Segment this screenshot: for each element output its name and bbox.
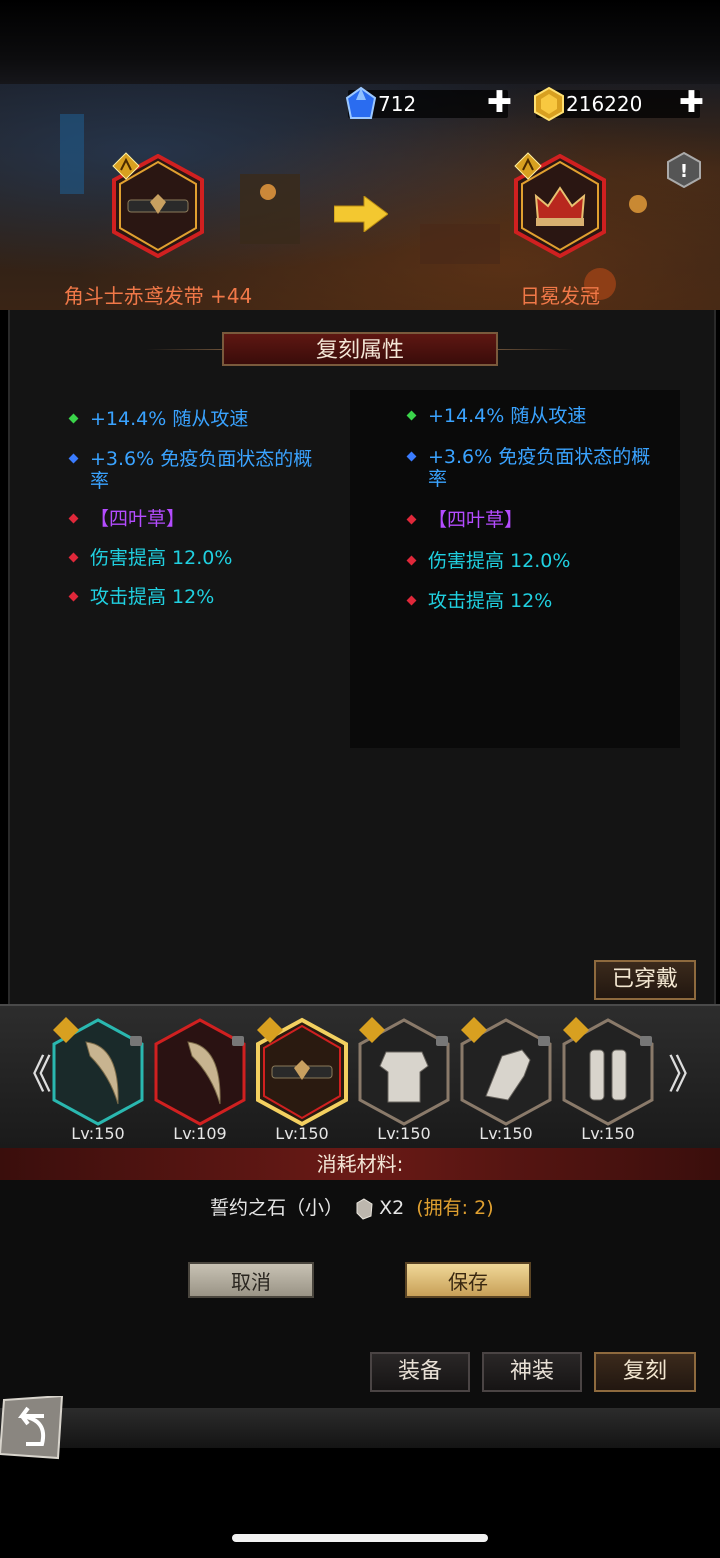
add-gold-button[interactable]: ✚ [679, 88, 704, 118]
horn-icon [154, 1018, 246, 1126]
gems-value: 712 [378, 92, 417, 116]
slot-level: Lv:150 [581, 1124, 635, 1143]
lock-icon [538, 1036, 550, 1046]
source-item-name: 角斗士赤鸢发带 +44 [63, 284, 253, 308]
material-name: 誓约之石（小） [210, 1197, 344, 1219]
equipment-slot[interactable] [560, 1016, 656, 1128]
target-item-name: 日冕发冠 [520, 284, 600, 308]
rune-badge-icon [257, 1017, 283, 1043]
equipment-slot[interactable] [356, 1016, 452, 1128]
attr-diamond-icon [406, 555, 417, 566]
back-button[interactable] [0, 1396, 66, 1462]
lock-icon [436, 1036, 448, 1046]
attr-text: 伤害提高 12.0% [428, 550, 571, 572]
gem-icon [345, 86, 377, 119]
source-item-slot[interactable] [110, 152, 206, 259]
target-item-slot[interactable] [512, 152, 608, 259]
rune-badge-icon [359, 1017, 385, 1043]
attr-text: +3.6% 免疫负面状态的概率 [428, 446, 651, 490]
tab-divine[interactable]: 神装 [482, 1352, 582, 1392]
right-attr-row: +14.4% 随从攻速 [406, 405, 668, 431]
left-attr-row: 【四叶草】 [68, 508, 340, 534]
attr-diamond-icon [406, 514, 417, 525]
slot-level: Lv:150 [71, 1124, 125, 1143]
attr-diamond-icon [406, 451, 417, 462]
status-bar [0, 0, 720, 84]
equipment-slot[interactable] [50, 1016, 146, 1128]
attr-diamond-icon [68, 413, 79, 424]
attr-text: +3.6% 免疫负面状态的概率 [90, 448, 313, 492]
slot-level: Lv:150 [377, 1124, 431, 1143]
rune-badge-icon [112, 152, 140, 180]
equipment-slot[interactable] [458, 1016, 554, 1128]
bottom-frame [0, 1408, 720, 1448]
rune-badge-icon [563, 1017, 589, 1043]
attr-text: 攻击提高 12% [428, 590, 553, 612]
tab-equip[interactable]: 装备 [370, 1352, 470, 1392]
right-attr-row: 【四叶草】 [406, 509, 668, 535]
attr-diamond-icon [406, 410, 417, 421]
rune-badge-icon [461, 1017, 487, 1043]
title-divider-right [498, 349, 574, 350]
material-title: 消耗材料: [0, 1148, 720, 1180]
equipped-button[interactable]: 已穿戴 [594, 960, 696, 1000]
gold-counter: 216220 ✚ [534, 86, 704, 122]
lock-icon [640, 1036, 652, 1046]
attr-text: 伤害提高 12.0% [90, 547, 233, 569]
rune-badge-icon [514, 152, 542, 180]
attr-diamond-icon [68, 453, 79, 464]
tab-replicate[interactable]: 复刻 [594, 1352, 696, 1392]
home-indicator[interactable] [232, 1534, 488, 1542]
material-row: 誓约之石（小） X2 (拥有: 2) [210, 1194, 530, 1222]
lock-icon [232, 1036, 244, 1046]
attr-diamond-icon [68, 513, 79, 524]
arrow-right-icon [334, 196, 388, 232]
material-owned: (拥有: 2) [416, 1197, 494, 1219]
left-attr-row: 攻击提高 12% [68, 586, 340, 612]
left-attr-row: +3.6% 免疫负面状态的概率 [68, 448, 340, 496]
right-attr-row: +3.6% 免疫负面状态的概率 [406, 446, 668, 494]
cancel-button[interactable]: 取消 [188, 1262, 314, 1298]
info-hex-icon[interactable]: ! [666, 152, 702, 188]
slot-level: Lv:109 [173, 1124, 227, 1143]
lock-icon [130, 1036, 142, 1046]
attr-diamond-icon [68, 552, 79, 563]
title-divider-left [146, 349, 222, 350]
slot-level: Lv:150 [479, 1124, 533, 1143]
svg-text:!: ! [680, 161, 688, 182]
left-attr-row: +14.4% 随从攻速 [68, 408, 340, 434]
gems-counter: 712 ✚ [345, 86, 512, 119]
left-attr-row: 伤害提高 12.0% [68, 547, 340, 573]
attr-diamond-icon [68, 591, 79, 602]
gold-value: 216220 [566, 92, 643, 116]
slot-level: Lv:150 [275, 1124, 329, 1143]
attr-text: +14.4% 随从攻速 [428, 405, 587, 427]
equipment-slot-selected[interactable] [254, 1016, 350, 1128]
right-attr-row: 攻击提高 12% [406, 590, 668, 616]
next-page-button[interactable]: 》 [668, 1050, 708, 1100]
gold-icon [534, 86, 564, 122]
equipment-slot[interactable] [152, 1016, 248, 1128]
attr-diamond-icon [406, 595, 417, 606]
stone-icon [356, 1197, 373, 1220]
material-count: X2 [379, 1197, 405, 1219]
attr-text: 【四叶草】 [428, 509, 524, 531]
attr-text: 攻击提高 12% [90, 586, 215, 608]
attr-text: +14.4% 随从攻速 [90, 408, 249, 430]
add-gems-button[interactable]: ✚ [487, 88, 512, 118]
save-button[interactable]: 保存 [405, 1262, 531, 1298]
rune-badge-icon [53, 1017, 79, 1043]
section-title: 复刻属性 [222, 332, 498, 366]
prev-page-button[interactable]: 《 [12, 1050, 52, 1100]
right-attr-row: 伤害提高 12.0% [406, 550, 668, 576]
attr-text: 【四叶草】 [90, 508, 186, 530]
